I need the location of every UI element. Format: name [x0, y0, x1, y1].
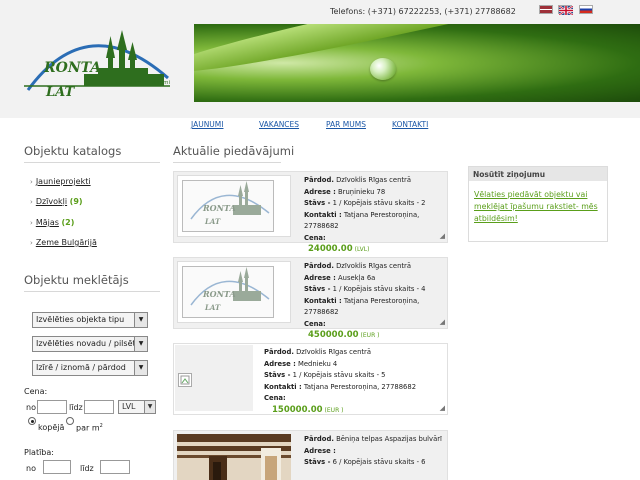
listing-thumbnail[interactable]: RONTA LAT: [177, 175, 291, 237]
listing-card[interactable]: RONTA LAT Pārdod. Dzīvoklis Rīgas centrā…: [173, 257, 448, 340]
listing-info: Pārdod. Bēniņa telpas Aspazijas bulvārī …: [304, 435, 442, 466]
catalog-item-label[interactable]: Dzīvokļi: [36, 197, 67, 206]
send-message-title: Nosūtīt ziņojumu: [469, 167, 607, 181]
listing-info: Pārdod. Dzīvoklis Rīgas centrā Adrese : …: [304, 175, 443, 256]
logo-subtitle: Nekustamie īpašumi: [114, 79, 171, 86]
listing-price: 150000.00 (EUR ): [272, 404, 344, 415]
send-message-link[interactable]: Vēlaties piedāvāt objektu vai meklējat ī…: [469, 181, 607, 225]
svg-text:RONTA: RONTA: [202, 289, 236, 299]
listing-price: 24000.00 (LVL): [308, 244, 370, 254]
price-to-label: līdz: [69, 403, 83, 412]
chevron-down-icon[interactable]: ▼: [134, 337, 147, 351]
listing-thumbnail[interactable]: RONTA LAT: [177, 261, 291, 323]
catalog-item-zeme-bulgarija[interactable]: › Zeme Bulgārijā: [30, 238, 97, 247]
bullet-arrow-icon: ›: [30, 178, 33, 186]
nav-kontakti[interactable]: KONTAKTI: [392, 120, 428, 129]
price-from-label: no: [26, 403, 36, 412]
flag-english-icon[interactable]: [558, 5, 573, 15]
send-message-box: Nosūtīt ziņojumu Vēlaties piedāvāt objek…: [468, 166, 608, 242]
catalog-item-label[interactable]: Zeme Bulgārijā: [36, 238, 97, 247]
price-label: Cena:: [24, 387, 48, 396]
catalog-item-label[interactable]: Mājas: [36, 218, 59, 227]
chevron-down-icon[interactable]: ▼: [144, 401, 155, 413]
currency-value: LVL: [122, 402, 136, 411]
listings-title: Aktuālie piedāvājumi: [173, 144, 295, 158]
price-to-input[interactable]: [84, 400, 114, 414]
logo-placeholder-image: RONTA LAT: [182, 266, 274, 318]
catalog-item-label[interactable]: Jaunieprojekti: [36, 177, 91, 186]
area-from-label: no: [26, 464, 36, 473]
radio-price-per-m2[interactable]: [66, 417, 74, 425]
catalog-item-majas[interactable]: › Mājas (2): [30, 218, 74, 227]
header-banner-image: [194, 24, 640, 102]
logo[interactable]: RONTA LAT Nekustamie īpašumi: [18, 28, 176, 104]
listing-price: 450000.00 (EUR ): [308, 330, 380, 340]
region-select[interactable]: Izvēlēties novadu / pilsētu ▼: [32, 336, 148, 352]
search-divider: [24, 291, 160, 292]
header: Telefons: (+371) 67222253, (+371) 277886…: [0, 0, 640, 118]
flag-russian-icon[interactable]: [579, 5, 593, 14]
deal-type-select[interactable]: Izīrē / iznomā / pārdod ▼: [32, 360, 148, 376]
logo-text-lat: LAT: [45, 85, 76, 100]
catalog-item-count: (9): [69, 197, 83, 206]
svg-text:LAT: LAT: [204, 303, 221, 312]
object-type-value: Izvēlēties objekta tipu: [36, 315, 125, 324]
resize-corner-icon: ◢: [439, 318, 445, 326]
price-from-input[interactable]: [37, 400, 67, 414]
listing-info: Pārdod. Dzīvoklis Rīgas centrā Adrese : …: [304, 261, 443, 342]
search-title: Objektu meklētājs: [24, 273, 129, 287]
radio-total-label: kopējā: [38, 423, 65, 432]
flag-latvian-icon[interactable]: [539, 5, 553, 14]
logo-text-ronta: RONTA: [43, 60, 101, 76]
catalog-item-jaunieprojekti[interactable]: › Jaunieprojekti: [30, 177, 91, 186]
region-value: Izvēlēties novadu / pilsētu: [36, 339, 141, 348]
catalog-item-count: (2): [61, 218, 75, 227]
chevron-down-icon[interactable]: ▼: [134, 361, 147, 375]
svg-text:LAT: LAT: [204, 217, 221, 226]
area-from-input[interactable]: [43, 460, 71, 474]
phone-numbers: Telefons: (+371) 67222253, (+371) 277886…: [330, 7, 516, 16]
bullet-arrow-icon: ›: [30, 198, 33, 206]
radio-total-price[interactable]: [28, 417, 36, 425]
listing-card[interactable]: RONTA LAT Pārdod. Dzīvoklis Rīgas centrā…: [173, 171, 448, 254]
nav-par-mums[interactable]: PAR MUMS: [326, 120, 366, 129]
nav-vakances[interactable]: VAKANCES: [259, 120, 299, 129]
listings-divider: [173, 162, 281, 163]
listing-photo[interactable]: [177, 434, 291, 480]
catalog-item-dzivokli[interactable]: › Dzīvokļi (9): [30, 197, 83, 206]
area-to-input[interactable]: [100, 460, 130, 474]
chevron-down-icon[interactable]: ▼: [134, 313, 147, 327]
listing-thumbnail[interactable]: [175, 345, 253, 411]
area-to-label: līdz: [80, 464, 94, 473]
listing-card[interactable]: Pārdod. Bēniņa telpas Aspazijas bulvārī …: [173, 430, 448, 480]
radio-per-m2-label: par m2: [76, 423, 103, 433]
grass-blade: [194, 24, 640, 82]
deal-type-value: Izīrē / iznomā / pārdod: [36, 363, 126, 372]
catalog-title: Objektu katalogs: [24, 144, 122, 158]
nav-jaunumi[interactable]: JAUNUMI: [191, 120, 223, 129]
svg-text:RONTA: RONTA: [202, 203, 236, 213]
bullet-arrow-icon: ›: [30, 219, 33, 227]
resize-corner-icon: ◢: [439, 404, 445, 412]
catalog-divider: [24, 162, 160, 163]
logo-placeholder-image: RONTA LAT: [182, 180, 274, 232]
object-type-select[interactable]: Izvēlēties objekta tipu ▼: [32, 312, 148, 328]
area-label: Platība:: [24, 448, 54, 457]
bullet-arrow-icon: ›: [30, 239, 33, 247]
currency-select[interactable]: LVL ▼: [118, 400, 156, 414]
water-drop: [370, 58, 396, 80]
main-nav: JAUNUMI VAKANCES PAR MUMS KONTAKTI: [0, 120, 640, 134]
resize-corner-icon: ◢: [439, 232, 445, 240]
broken-image-icon: [178, 373, 192, 387]
listing-info: Pārdod. Dzīvoklis Rīgas centrā Adrese : …: [264, 347, 443, 416]
listing-card[interactable]: Pārdod. Dzīvoklis Rīgas centrā Adrese : …: [173, 343, 448, 415]
